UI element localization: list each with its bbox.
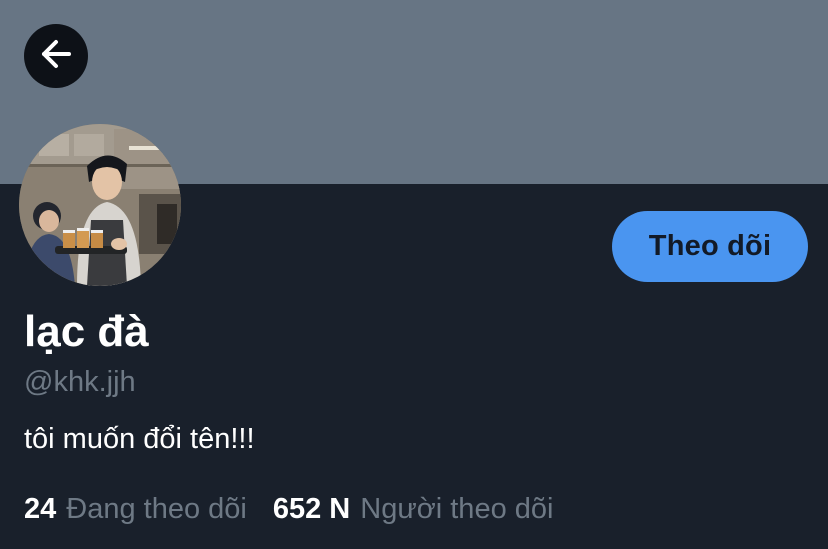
profile-bio: tôi muốn đổi tên!!! (24, 423, 255, 455)
user-handle: @khk.jjh (24, 366, 136, 398)
following-stat[interactable]: 24 Đang theo dõi (24, 490, 247, 528)
followers-count: 652 N (272, 493, 351, 525)
profile-page: Theo dõi lạc đà @khk.jjh tôi muốn đổi tê… (0, 0, 828, 549)
arrow-left-icon (39, 37, 73, 76)
followers-stat[interactable]: 652 N Người theo dõi (273, 490, 554, 528)
followers-label: Người theo dõi (360, 493, 554, 525)
profile-stats: 24 Đang theo dõi 652 N Người theo dõi (24, 490, 553, 528)
following-label: Đang theo dõi (66, 493, 247, 525)
back-button[interactable] (24, 24, 88, 88)
following-count: 24 (24, 493, 57, 525)
follow-button[interactable]: Theo dõi (612, 211, 808, 282)
follow-button-label: Theo dõi (648, 230, 772, 262)
display-name: lạc đà (24, 307, 149, 356)
avatar[interactable] (19, 124, 181, 286)
